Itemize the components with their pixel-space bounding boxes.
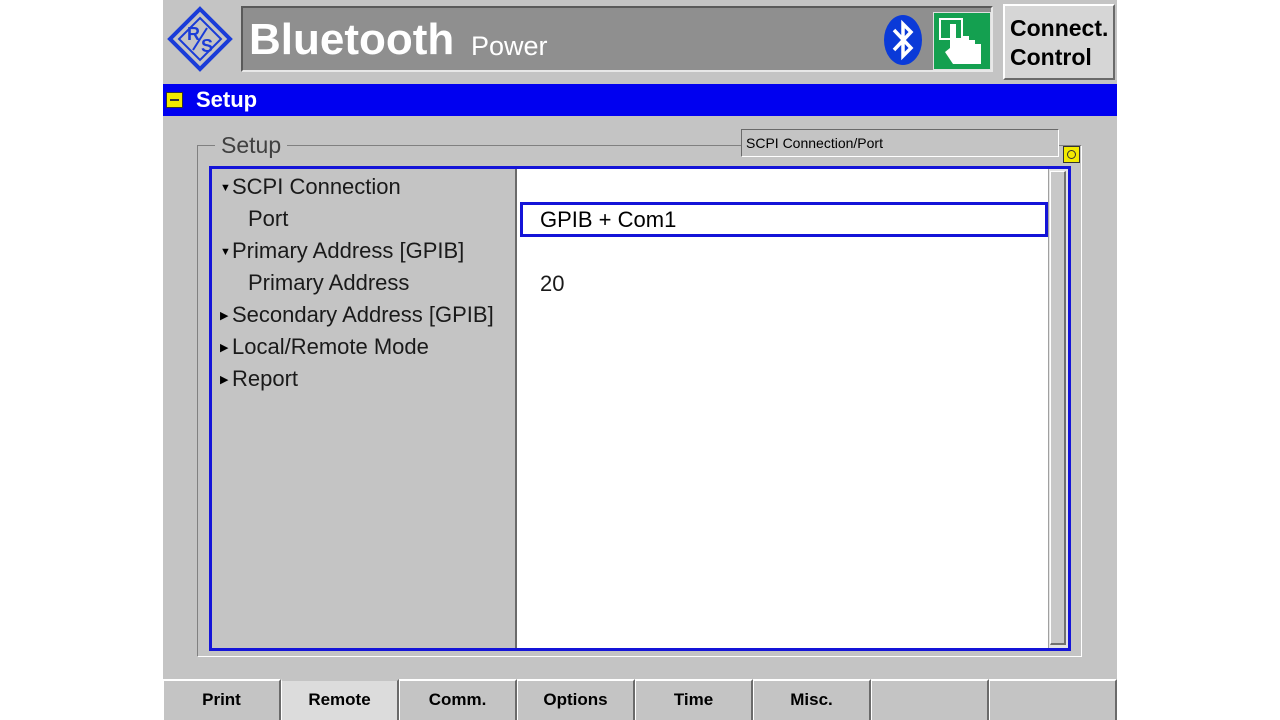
title-bar: Bluetooth Power	[241, 6, 993, 72]
expanded-arrow-icon: ▼	[220, 246, 231, 258]
vertical-scrollbar[interactable]	[1048, 169, 1068, 648]
primary-address-value[interactable]: 20	[540, 269, 564, 299]
section-title: Setup	[196, 87, 258, 112]
app-subtitle: Power	[471, 31, 548, 61]
softkey-print[interactable]: Print	[163, 679, 281, 720]
softkey-empty-8[interactable]	[989, 679, 1117, 720]
softkey-time[interactable]: Time	[635, 679, 753, 720]
softkey-misc[interactable]: Misc.	[753, 679, 871, 720]
scrollbar-thumb[interactable]	[1050, 171, 1066, 645]
tree-item-scpi-connection[interactable]: ▼SCPI Connection	[220, 172, 401, 202]
svg-text:S: S	[201, 36, 213, 56]
rohde-schwarz-logo-icon: R S	[167, 6, 233, 72]
softkey-options[interactable]: Options	[517, 679, 635, 720]
tree-item-report[interactable]: ▶ Report	[220, 364, 298, 394]
softkey-comm[interactable]: Comm.	[399, 679, 517, 720]
setup-tree: ▼SCPI Connection Port ▼Primary Address […	[212, 169, 517, 648]
minus-square-icon[interactable]	[166, 92, 183, 108]
instrument-screen: R S Bluetooth Power Connect. Control Set…	[163, 0, 1117, 720]
tree-item-local-remote-mode[interactable]: ▶ Local/Remote Mode	[220, 332, 429, 362]
bluetooth-icon	[882, 14, 924, 66]
section-bar: Setup	[163, 84, 1117, 116]
tree-item-primary-address[interactable]: Primary Address	[248, 268, 409, 298]
softkey-bar: Print Remote Comm. Options Time Misc.	[163, 679, 1117, 720]
setup-panel: ▼SCPI Connection Port ▼Primary Address […	[209, 166, 1071, 651]
collapsed-arrow-icon: ▶	[220, 310, 229, 322]
connect-control-button[interactable]: Connect. Control	[1003, 4, 1115, 80]
refresh-icon[interactable]	[1063, 146, 1080, 163]
collapsed-arrow-icon: ▶	[220, 374, 229, 386]
collapsed-arrow-icon: ▶	[220, 342, 229, 354]
app-title: Bluetooth	[249, 15, 455, 64]
tree-item-port[interactable]: Port	[248, 204, 288, 234]
softkey-empty-7[interactable]	[871, 679, 989, 720]
values-column: GPIB + Com1 20	[517, 169, 1048, 648]
expanded-arrow-icon: ▼	[220, 182, 231, 194]
tree-item-primary-address-gpib[interactable]: ▼Primary Address [GPIB]	[220, 236, 464, 266]
tree-item-secondary-address-gpib[interactable]: ▶ Secondary Address [GPIB]	[220, 300, 494, 330]
port-select[interactable]: GPIB + Com1	[520, 202, 1048, 237]
path-display: SCPI Connection/Port	[741, 129, 1059, 157]
group-label: Setup	[215, 131, 288, 159]
hand-pointer-icon[interactable]	[932, 11, 992, 71]
softkey-remote[interactable]: Remote	[281, 679, 399, 720]
